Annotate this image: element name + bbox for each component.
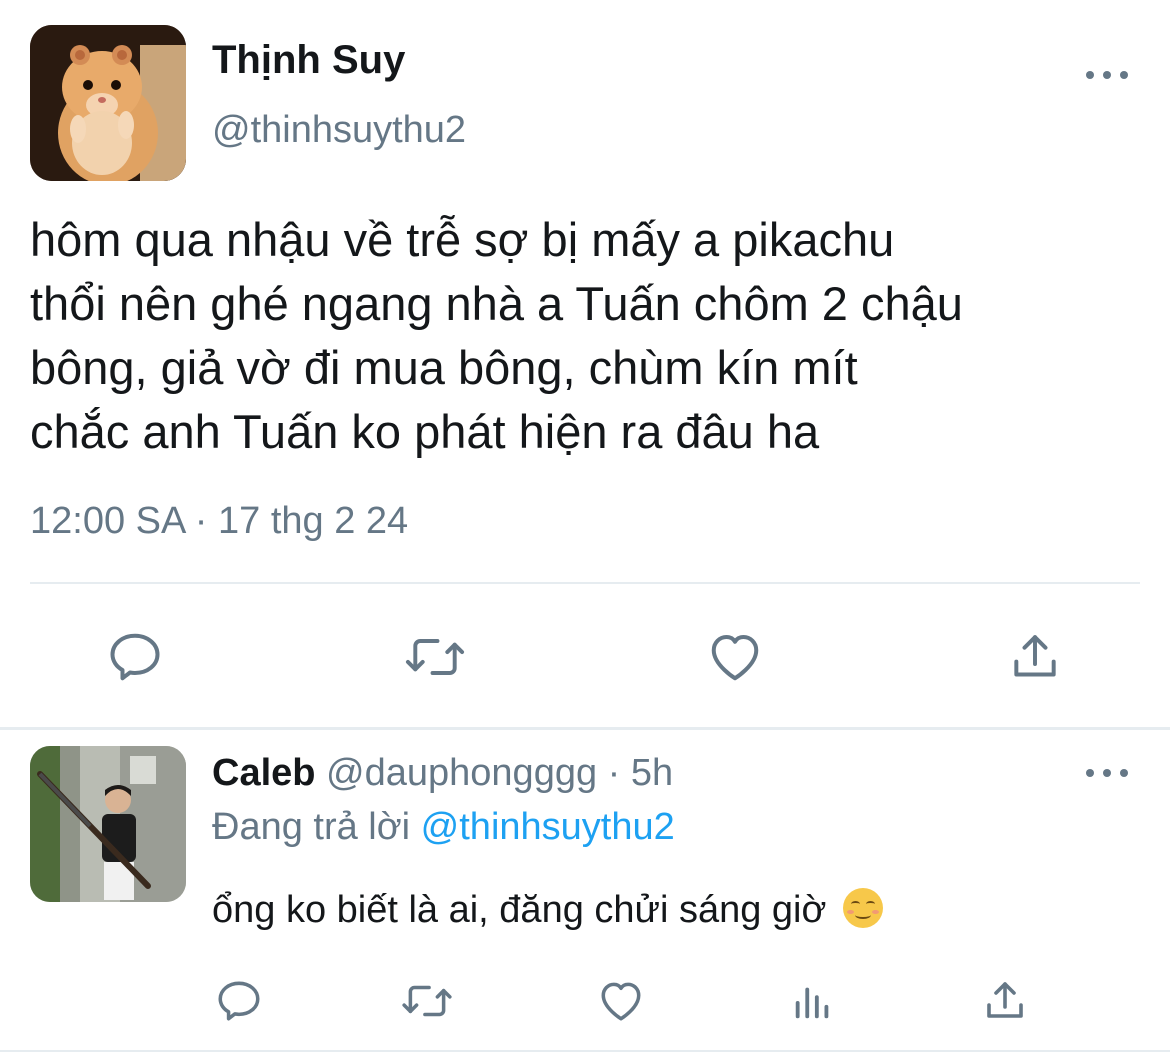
hamster-avatar-icon (30, 25, 186, 181)
divider (30, 582, 1140, 584)
author-name[interactable]: Thịnh Suy (212, 38, 405, 83)
reply-icon[interactable] (210, 972, 268, 1030)
tweet-separator (0, 727, 1170, 730)
more-options-icon[interactable] (1082, 60, 1132, 90)
divider (0, 1050, 1170, 1052)
reply-header: Caleb @dauphongggg · 5h (212, 752, 673, 795)
reply-author-handle[interactable]: @dauphongggg (326, 752, 597, 794)
boy-with-gun-avatar-icon (30, 746, 186, 902)
author-avatar[interactable] (30, 25, 186, 181)
reply-time[interactable]: · 5h (608, 752, 673, 794)
analytics-icon[interactable] (784, 972, 842, 1030)
tweet-text-line: hôm qua nhậu về trễ sợ bị mấy a pikachu (30, 213, 895, 266)
smiling-face-emoji-icon (842, 888, 883, 928)
tweet-text-line: bông, giả vờ đi mua bông, chùm kín mít (30, 341, 858, 394)
main-tweet: Thịnh Suy @thinhsuythu2 hôm qua nhậu về … (0, 0, 1170, 728)
replying-mention-link[interactable]: @thinhsuythu2 (421, 806, 675, 848)
tweet-text-line: thổi nên ghé ngang nhà a Tuấn chôm 2 chậ… (30, 277, 963, 330)
reply-text-content: ổng ko biết là ai, đăng chửi sáng giờ (212, 889, 827, 931)
reply-text: ổng ko biết là ai, đăng chửi sáng giờ (212, 888, 883, 932)
share-icon[interactable] (976, 972, 1034, 1030)
reply-avatar[interactable] (30, 746, 186, 902)
replying-to: Đang trả lời @thinhsuythu2 (212, 806, 675, 849)
retweet-icon[interactable] (400, 622, 470, 692)
tweet-text: hôm qua nhậu về trễ sợ bị mấy a pikachu … (30, 208, 1160, 464)
tweet-text-line: chắc anh Tuấn ko phát hiện ra đâu ha (30, 405, 820, 458)
like-icon[interactable] (592, 972, 650, 1030)
share-icon[interactable] (1000, 622, 1070, 692)
more-options-icon[interactable] (1082, 758, 1132, 788)
retweet-icon[interactable] (398, 972, 456, 1030)
tweet-timestamp[interactable]: 12:00 SA · 17 thg 2 24 (30, 500, 408, 543)
replying-prefix: Đang trả lời (212, 806, 411, 848)
reply-author-name[interactable]: Caleb (212, 752, 315, 794)
author-handle[interactable]: @thinhsuythu2 (212, 109, 466, 152)
reply-icon[interactable] (100, 622, 170, 692)
like-icon[interactable] (700, 622, 770, 692)
